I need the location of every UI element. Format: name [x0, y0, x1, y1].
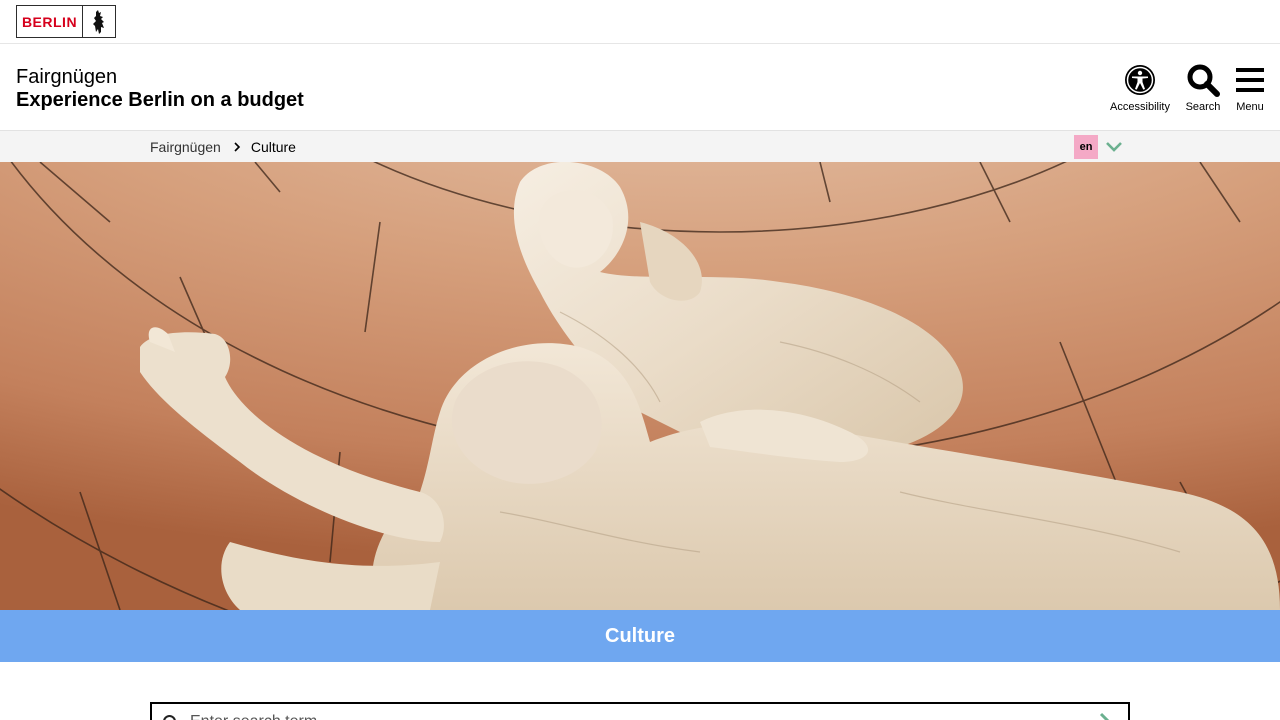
accessibility-icon: [1124, 62, 1156, 98]
site-header: Fairgnügen Experience Berlin on a budget…: [0, 44, 1280, 130]
breadcrumb-home-link[interactable]: Fairgnügen: [150, 139, 221, 155]
berlin-logo-text: BERLIN: [17, 6, 83, 37]
site-name[interactable]: Fairgnügen: [16, 65, 117, 89]
search-label: Search: [1185, 101, 1221, 113]
search-field[interactable]: [150, 702, 1130, 720]
search-icon: [162, 714, 180, 720]
hero-image: [0, 162, 1280, 610]
menu-label: Menu: [1236, 101, 1264, 113]
breadcrumb-bar: Fairgnügen Culture en: [0, 130, 1280, 162]
breadcrumb: Fairgnügen Culture: [150, 131, 296, 163]
language-badge[interactable]: en: [1074, 135, 1098, 159]
accessibility-label: Accessibility: [1110, 101, 1170, 113]
accessibility-button[interactable]: Accessibility: [1108, 62, 1172, 113]
page-title: Culture: [605, 624, 675, 647]
menu-button[interactable]: Menu: [1230, 62, 1270, 113]
berlin-bear-icon: [83, 6, 115, 37]
berlin-logo[interactable]: BERLIN: [16, 5, 116, 38]
section-title-band: Culture: [0, 610, 1280, 662]
chevron-right-icon: [233, 142, 241, 152]
marble-sculpture-photo: [0, 162, 1280, 610]
search-icon: [1186, 62, 1220, 98]
search-submit-icon[interactable]: [1098, 712, 1112, 720]
breadcrumb-current: Culture: [250, 139, 296, 155]
search-input[interactable]: [190, 710, 1070, 720]
search-button[interactable]: Search: [1180, 62, 1226, 113]
hamburger-icon: [1235, 62, 1265, 98]
site-tagline[interactable]: Experience Berlin on a budget: [16, 88, 304, 112]
brand-bar: BERLIN: [0, 0, 1280, 44]
chevron-down-icon[interactable]: [1104, 137, 1124, 157]
